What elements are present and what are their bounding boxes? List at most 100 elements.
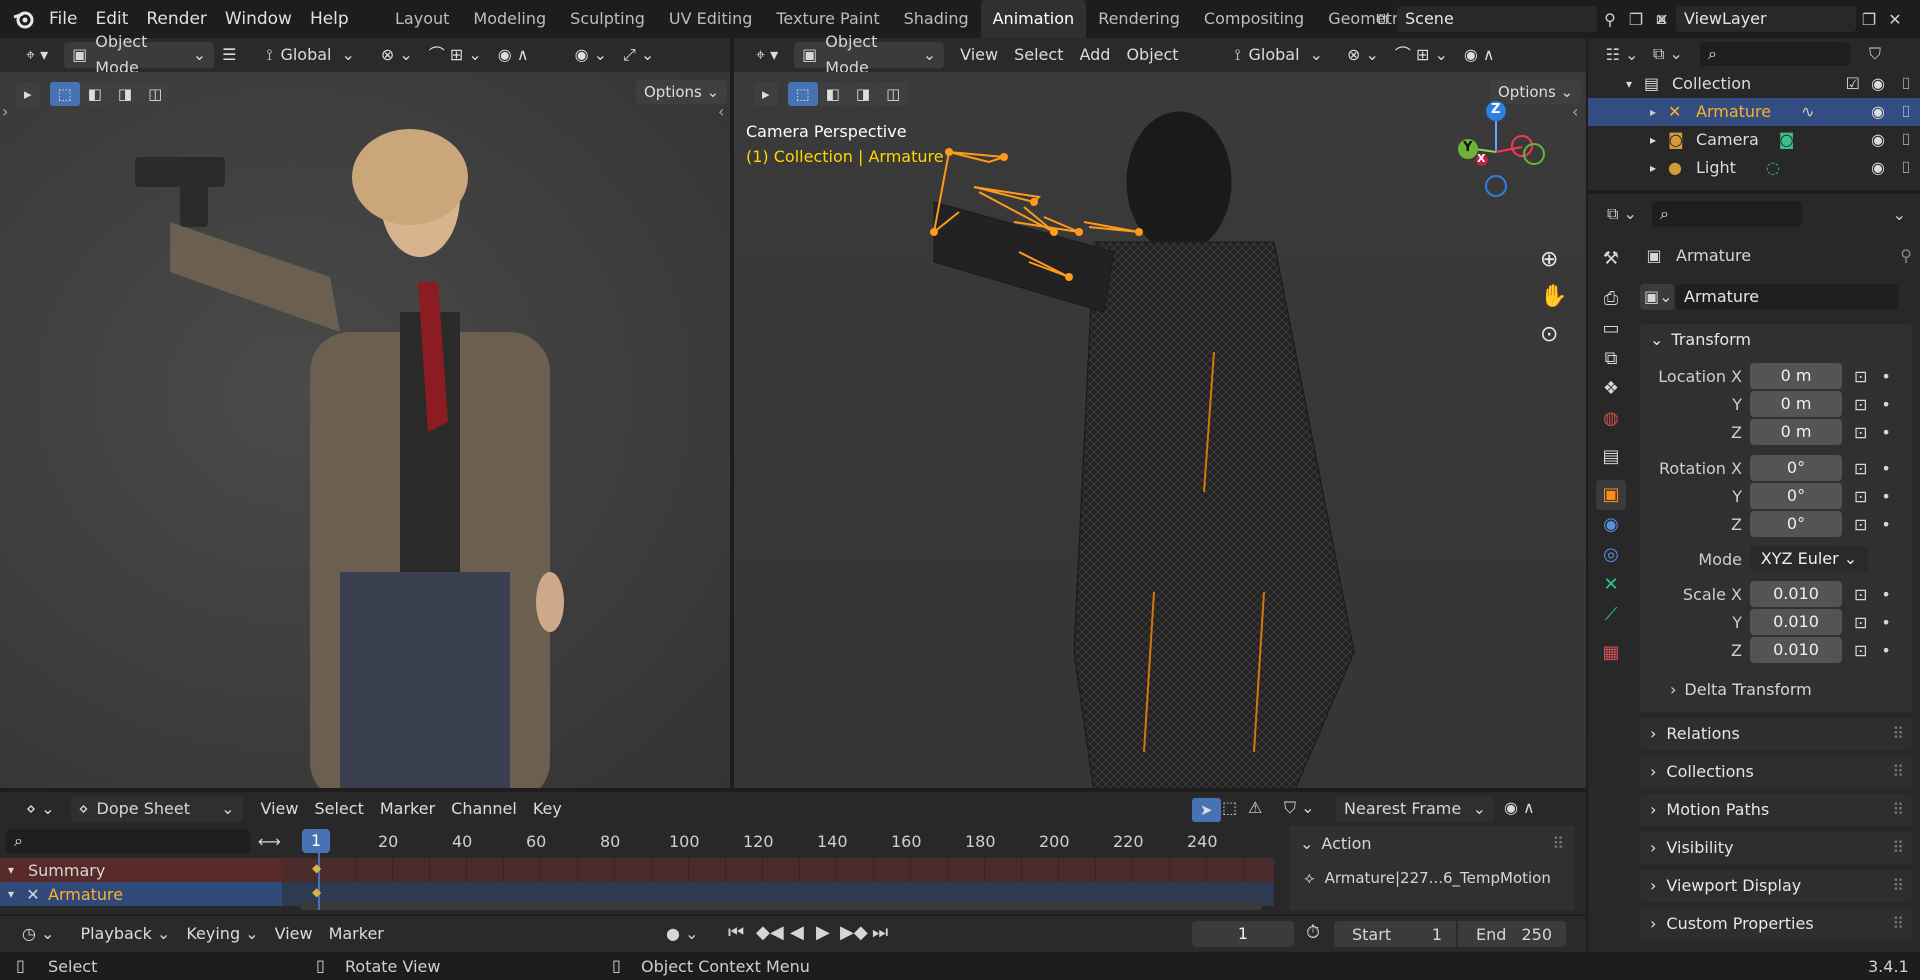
end-frame-field[interactable]: End 250 [1458,921,1566,947]
keyframe-dot-icon[interactable]: • [1881,395,1890,414]
gizmo-icon[interactable]: ⤢ ⌄ [615,42,662,68]
snap-icon[interactable]: ⌒ ⊞ ⌄ [421,42,490,68]
scene-name-field[interactable]: Scene [1397,6,1597,32]
delta-transform-subpanel[interactable]: › Delta Transform [1640,674,1912,704]
tab-modeling[interactable]: Modeling [461,0,558,38]
pivot-icon[interactable]: ⊗ ⌄ [373,42,421,68]
camera-render-icon[interactable]: ⌷ [1892,98,1920,126]
keyframe-dot-icon[interactable]: • [1881,459,1890,478]
action-row[interactable]: ⟡ Armature|227...6_TempMotion [1290,860,1574,896]
lock-icon[interactable]: ⊡ [1854,459,1867,478]
expand-down-icon[interactable]: ▾ [1626,70,1644,98]
outliner-search-input[interactable]: ⌕ [1700,42,1850,66]
left-orientation-select[interactable]: ⟟ Global ⌄ [258,42,362,68]
lock-icon[interactable]: ⊡ [1854,613,1867,632]
zoom-icon[interactable]: ⊕ [1540,247,1558,272]
properties-type-icon[interactable]: ⧉ ⌄ [1602,204,1642,224]
location-y-field[interactable]: 0 m [1750,391,1842,417]
summary-keyframe-icon[interactable]: ◆ [312,861,321,875]
errors-icon[interactable]: ⚠ [1248,798,1262,817]
eye-icon[interactable]: ◉ [1864,126,1892,154]
play-reverse-icon[interactable]: ◀ [790,922,804,943]
expand-right-icon[interactable]: ▸ [1650,98,1668,126]
camera-render-icon[interactable]: ⌷ [1892,154,1920,182]
output-tab-icon[interactable]: ▭ [1596,314,1626,344]
pan-hand-icon[interactable]: ✋ [1540,284,1567,309]
rotation-x-field[interactable]: 0° [1750,455,1842,481]
blender-logo-icon[interactable] [12,8,36,34]
outliner-item-light[interactable]: ▸ ● Light ◌ ◉ ⌷ [1588,154,1920,182]
camera-view-icon[interactable]: ⊙ [1540,322,1558,347]
camera-render-icon[interactable]: ⌷ [1892,70,1920,98]
menu-window[interactable]: Window [216,0,301,38]
world-tab-icon[interactable]: ◍ [1596,404,1626,434]
show-hidden-icon[interactable]: ⬚ [1222,798,1237,817]
eye-icon[interactable]: ◉ [1864,70,1892,98]
expand-right-icon[interactable]: ▸ [1650,126,1668,154]
texture-tab-icon[interactable]: ▦ [1596,638,1626,668]
horizontal-scrollbar[interactable] [300,902,1262,910]
scale-x-field[interactable]: 0.010 [1750,581,1842,607]
snap-icon[interactable]: ⌒ ⊞ ⌄ [1387,42,1456,68]
channel-armature[interactable]: ▾ ✕ Armature [0,882,282,906]
filter-icon[interactable]: ⛉ ⌄ [1284,798,1315,818]
menu-object[interactable]: Object [1118,42,1186,68]
rotation-mode-select[interactable]: XYZ Euler ⌄ [1750,546,1868,572]
frame-ruler[interactable]: 1 20 40 60 80 100 120 140 160 180 200 22… [300,826,1280,856]
right-viewport[interactable]: ▸ ⬚ ◧ ◨ ◫ Options ⌄ Camera Perspective (… [734,72,1586,788]
menu-select[interactable]: Select [306,796,371,822]
pivot-icon[interactable]: ⊗ ⌄ [1339,42,1387,68]
camera-render-icon[interactable]: ⌷ [1892,126,1920,154]
rotation-y-field[interactable]: 0° [1750,483,1842,509]
object-name-field[interactable]: Armature [1676,284,1898,310]
keying-menu[interactable]: Keying ⌄ [178,921,266,947]
menu-add[interactable]: Add [1071,42,1118,68]
expand-down-icon[interactable]: ▾ [0,863,22,877]
drag-handle-icon[interactable]: ⠿ [1892,756,1904,788]
jump-start-icon[interactable]: ⏮ [728,922,744,943]
prev-keyframe-icon[interactable]: ◆◀ [756,922,784,943]
custom-properties-panel-header[interactable]: › Custom Properties ⠿ [1640,908,1912,940]
filter-icon[interactable]: ⛉ [1860,44,1890,64]
proportional-icon[interactable]: ◉ ∧ [490,42,537,68]
drag-handle-icon[interactable]: ⠿ [1892,832,1904,864]
menu-marker[interactable]: Marker [372,796,443,822]
left-options-button[interactable]: Options ⌄ [636,80,728,104]
checkbox-icon[interactable]: ☑ [1846,70,1860,98]
expand-right-icon[interactable]: ▸ [1650,154,1668,182]
outliner-item-camera[interactable]: ▸ ◙ Camera ◙ ◉ ⌷ [1588,126,1920,154]
menu-help[interactable]: Help [301,0,358,38]
menu-file[interactable]: File [40,0,86,38]
outliner-collection-row[interactable]: ▾ ▤ Collection ☑ ◉ ⌷ [1588,70,1920,98]
current-frame-badge[interactable]: 1 [302,829,331,853]
hamburger-icon[interactable]: ☰ [214,42,244,68]
menu-view[interactable]: View [253,796,307,822]
object-tab-icon[interactable]: ▣ [1596,480,1626,510]
action-panel-header[interactable]: ⌄ Action ⠿ [1290,826,1574,860]
close-viewlayer-icon[interactable]: ✕ [1882,10,1908,29]
stopwatch-icon[interactable]: ⏱ [1306,922,1320,943]
tab-layout[interactable]: Layout [383,0,461,38]
lock-icon[interactable]: ⊡ [1854,395,1867,414]
editor-type-icon[interactable]: ⋄ ⌄ [18,796,63,822]
left-mode-select[interactable]: ▣ Object Mode ⌄ [64,32,215,77]
outliner-type-icon[interactable]: ☷ ⌄ [1602,45,1642,64]
transform-panel-header[interactable]: ⌄ Transform [1640,324,1912,356]
scale-y-field[interactable]: 0.010 [1750,609,1842,635]
eye-icon[interactable]: ◉ [1864,154,1892,182]
dopesheet-mode-select[interactable]: ⋄ Dope Sheet ⌄ [70,796,243,822]
render-tab-icon[interactable]: ⎙ [1596,284,1626,314]
new-viewlayer-icon[interactable]: ❐ [1856,10,1882,29]
drag-handle-icon[interactable]: ⠿ [1892,908,1904,940]
keyframe-dot-icon[interactable]: • [1881,641,1890,660]
scene-selector[interactable]: ⧉ Scene ⚲ ❐ ✕ [1367,6,1675,32]
left-toolbar-toggle-icon[interactable]: › [2,102,8,121]
tab-compositing[interactable]: Compositing [1192,0,1316,38]
lock-icon[interactable]: ⊡ [1854,487,1867,506]
tool-tab-icon[interactable]: ⚒ [1596,244,1626,274]
visibility-icon[interactable]: ◉ ⌄ [567,42,615,68]
tab-uv-editing[interactable]: UV Editing [657,0,764,38]
right-sidebar-toggle-icon[interactable]: ‹ [1572,102,1578,121]
expand-down-icon[interactable]: ▾ [0,887,22,901]
keyframe-dot-icon[interactable]: • [1881,423,1890,442]
